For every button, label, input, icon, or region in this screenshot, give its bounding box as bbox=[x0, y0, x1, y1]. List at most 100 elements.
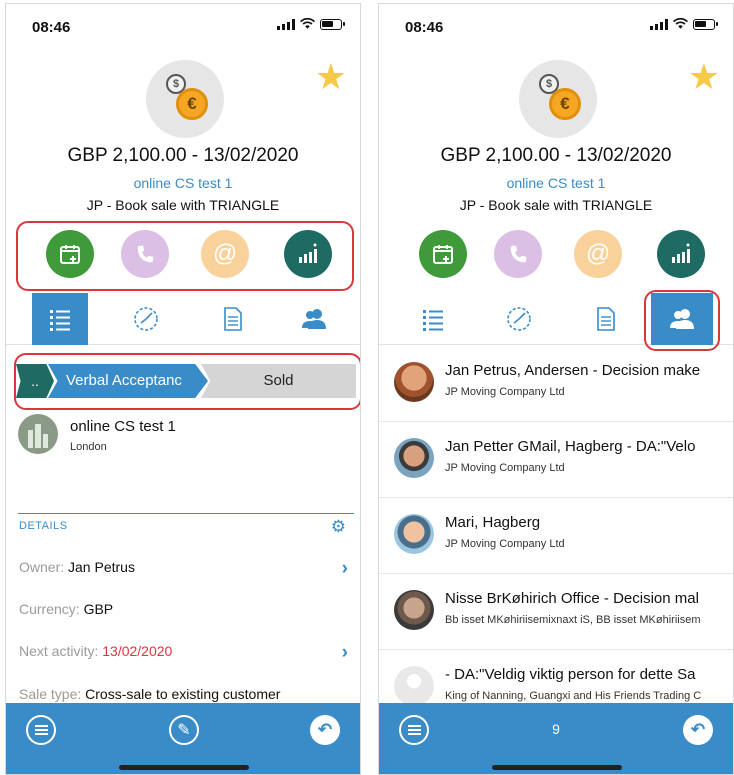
detail-row-currency: Currency: GBP bbox=[19, 601, 352, 623]
contact-name: Jan Petter GMail, Hagberg - DA:"Velo bbox=[445, 438, 696, 455]
details-divider bbox=[18, 513, 354, 514]
contact-count: 9 bbox=[552, 721, 560, 737]
company-logo bbox=[18, 414, 58, 454]
contact-company: JP Moving Company Ltd bbox=[445, 462, 565, 474]
clock-icon bbox=[134, 307, 158, 331]
detail-label: Owner: bbox=[19, 559, 65, 575]
actions-highlight bbox=[16, 221, 354, 291]
tab-documents[interactable] bbox=[204, 293, 260, 345]
battery-icon bbox=[693, 18, 718, 30]
detail-label: Currency: bbox=[19, 601, 80, 617]
signal-icon bbox=[277, 18, 295, 30]
tab-activities[interactable] bbox=[491, 293, 547, 345]
battery-icon bbox=[320, 18, 345, 30]
contact-name: - DA:"Veldig viktig person for dette Sa bbox=[445, 666, 696, 683]
add-appointment-button[interactable] bbox=[419, 230, 467, 278]
list-icon bbox=[423, 310, 443, 331]
detail-row-owner[interactable]: Owner: Jan Petrus › bbox=[19, 558, 352, 581]
wifi-icon bbox=[673, 18, 688, 29]
company-row[interactable]: online CS test 1 London bbox=[18, 414, 350, 464]
at-sign-icon: @ bbox=[585, 240, 611, 267]
phone-icon bbox=[510, 245, 527, 263]
deal-description: JP - Book sale with TRIANGLE bbox=[459, 197, 653, 213]
status-bar: 08:46 bbox=[379, 4, 733, 44]
status-icons bbox=[277, 18, 345, 30]
details-heading: DETAILS bbox=[19, 520, 68, 532]
contact-name: Nisse BrKøhirich Office - Decision mal bbox=[445, 590, 699, 607]
detail-value: GBP bbox=[83, 601, 114, 617]
euro-coin-icon: € bbox=[176, 88, 208, 120]
status-icons bbox=[650, 18, 718, 30]
favorite-star-icon[interactable]: ★ bbox=[315, 59, 347, 95]
contact-row[interactable]: Nisse BrKøhirich Office - Decision mal B… bbox=[379, 574, 733, 650]
deal-amount-date: GBP 2,100.00 - 13/02/2020 bbox=[67, 145, 299, 166]
list-icon bbox=[50, 310, 70, 331]
phone-screen-details: 08:46 $ € ★ GBP 2,100.00 - 13/02/2020 on… bbox=[5, 3, 361, 775]
people-icon bbox=[302, 309, 326, 329]
phone-screen-contacts: 08:46 $ € ★ GBP 2,100.00 - 13/02/2020 on… bbox=[378, 3, 734, 775]
signal-icon bbox=[650, 18, 668, 30]
euro-coin-icon: € bbox=[549, 88, 581, 120]
contact-name: Jan Petrus, Andersen - Decision make bbox=[445, 362, 701, 379]
deal-avatar: $ € bbox=[146, 60, 224, 138]
email-button[interactable]: @ bbox=[574, 230, 622, 278]
contact-avatar bbox=[394, 362, 434, 402]
contact-row[interactable]: Jan Petter GMail, Hagberg - DA:"Velo JP … bbox=[379, 422, 733, 498]
sales-chart-button[interactable] bbox=[657, 230, 705, 278]
detail-row-next-activity[interactable]: Next activity: 13/02/2020 › bbox=[19, 642, 352, 665]
deal-description: JP - Book sale with TRIANGLE bbox=[86, 197, 280, 213]
wifi-icon bbox=[300, 18, 315, 29]
chevron-right-icon: › bbox=[341, 558, 348, 579]
contact-row[interactable]: Jan Petrus, Andersen - Decision make JP … bbox=[379, 346, 733, 422]
deal-amount-date: GBP 2,100.00 - 13/02/2020 bbox=[440, 145, 672, 166]
deal-avatar: $ € bbox=[519, 60, 597, 138]
company-city: London bbox=[70, 441, 107, 453]
undo-arrow-icon: ↶ bbox=[690, 720, 706, 739]
contacts-tab-highlight bbox=[644, 290, 720, 351]
tab-details[interactable] bbox=[405, 293, 461, 345]
comparison-stage: 08:46 $ € ★ GBP 2,100.00 - 13/02/2020 on… bbox=[0, 0, 734, 775]
tab-details[interactable] bbox=[32, 293, 88, 345]
document-icon bbox=[597, 307, 615, 331]
undo-arrow-icon: ↶ bbox=[317, 720, 333, 739]
call-button[interactable] bbox=[494, 230, 542, 278]
deal-company-link[interactable]: online CS test 1 bbox=[379, 175, 733, 191]
status-bar: 08:46 bbox=[6, 4, 360, 44]
contact-row[interactable]: Mari, Hagberg JP Moving Company Ltd bbox=[379, 498, 733, 574]
back-button[interactable]: ↶ bbox=[683, 715, 713, 745]
document-icon bbox=[224, 307, 242, 331]
status-time: 08:46 bbox=[32, 19, 71, 36]
favorite-star-icon[interactable]: ★ bbox=[688, 59, 720, 95]
contact-avatar bbox=[394, 514, 434, 554]
detail-tabs bbox=[6, 293, 360, 345]
detail-value: 13/02/2020 bbox=[102, 643, 173, 659]
calendar-add-icon bbox=[433, 245, 453, 264]
bottom-toolbar: ✎ ↶ bbox=[6, 703, 360, 774]
pipeline-highlight bbox=[14, 353, 360, 410]
contact-company: JP Moving Company Ltd bbox=[445, 538, 565, 550]
edit-button[interactable]: ✎ bbox=[169, 715, 199, 745]
contact-name: Mari, Hagberg bbox=[445, 514, 541, 531]
status-time: 08:46 bbox=[405, 19, 444, 36]
deal-company-link[interactable]: online CS test 1 bbox=[6, 175, 360, 191]
home-indicator bbox=[492, 765, 622, 770]
back-button[interactable]: ↶ bbox=[310, 715, 340, 745]
tab-activities[interactable] bbox=[118, 293, 174, 345]
detail-value: Jan Petrus bbox=[68, 559, 135, 575]
menu-button[interactable] bbox=[26, 715, 56, 745]
tab-documents[interactable] bbox=[577, 293, 633, 345]
detail-value: Cross-sale to existing customer bbox=[85, 686, 281, 702]
contact-company: JP Moving Company Ltd bbox=[445, 386, 565, 398]
contact-company: King of Nanning, Guangxi and His Friends… bbox=[445, 690, 702, 702]
company-name: online CS test 1 bbox=[70, 418, 176, 435]
contact-avatar bbox=[394, 666, 434, 706]
detail-label: Sale type: bbox=[19, 686, 82, 702]
tab-contacts[interactable] bbox=[286, 293, 342, 345]
gear-icon[interactable]: ⚙ bbox=[331, 517, 346, 537]
quick-actions: @ bbox=[379, 230, 733, 280]
bottom-toolbar: 9 ↶ bbox=[379, 703, 733, 774]
contact-company: Bb isset MKøhiriisemixnaxt iS, BB isset … bbox=[445, 614, 701, 626]
clock-icon bbox=[507, 307, 531, 331]
chevron-right-icon: › bbox=[341, 642, 348, 663]
detail-label: Next activity: bbox=[19, 643, 99, 659]
